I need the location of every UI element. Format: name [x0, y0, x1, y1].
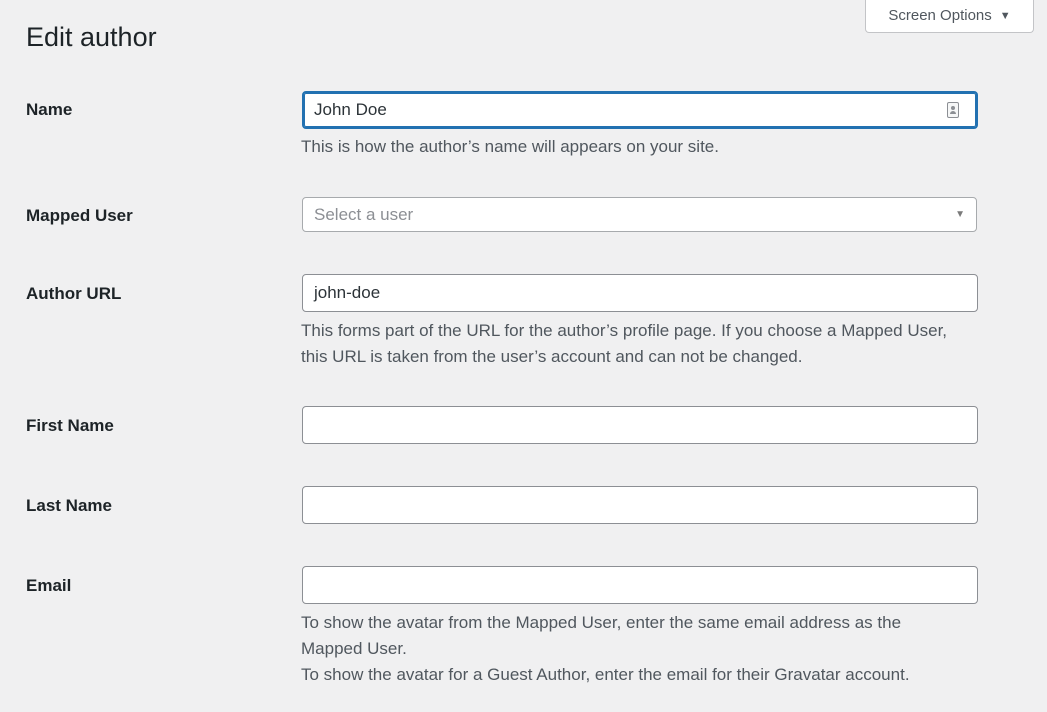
screen-options-button[interactable]: Screen Options ▼ [865, 0, 1034, 33]
screen-options-label: Screen Options [888, 7, 992, 24]
email-description: To show the avatar from the Mapped User,… [301, 610, 981, 688]
page-title: Edit author [26, 22, 157, 52]
triangle-down-icon: ▼ [999, 9, 1011, 22]
author-url-description-line: This forms part of the URL for the autho… [301, 321, 948, 340]
first-name-label: First Name [26, 416, 114, 435]
author-url-description: This forms part of the URL for the autho… [301, 318, 981, 370]
mapped-user-select[interactable]: Select a user ▼ [302, 197, 977, 232]
mapped-user-placeholder: Select a user [314, 204, 414, 224]
last-name-input[interactable] [302, 486, 978, 524]
email-input[interactable] [302, 566, 978, 604]
name-input-value: John Doe [314, 100, 387, 119]
author-url-input[interactable]: john-doe [302, 274, 978, 312]
mapped-user-label: Mapped User [26, 206, 133, 225]
name-label: Name [26, 100, 73, 119]
caret-down-icon: ▼ [955, 209, 965, 220]
email-description-line: Mapped User. [301, 639, 407, 658]
name-input[interactable]: John Doe [302, 91, 978, 129]
contact-card-icon[interactable] [947, 102, 959, 118]
author-url-value: john-doe [314, 283, 381, 302]
edit-author-page: Screen Options ▼ Edit author Name John D… [0, 0, 1047, 712]
author-url-description-line: this URL is taken from the user’s accoun… [301, 347, 803, 366]
last-name-label: Last Name [26, 496, 112, 515]
name-description: This is how the author’s name will appea… [301, 137, 719, 156]
author-url-label: Author URL [26, 284, 122, 303]
email-description-line: To show the avatar for a Guest Author, e… [301, 665, 910, 684]
first-name-input[interactable] [302, 406, 978, 444]
email-description-line: To show the avatar from the Mapped User,… [301, 613, 902, 632]
email-label: Email [26, 576, 72, 595]
